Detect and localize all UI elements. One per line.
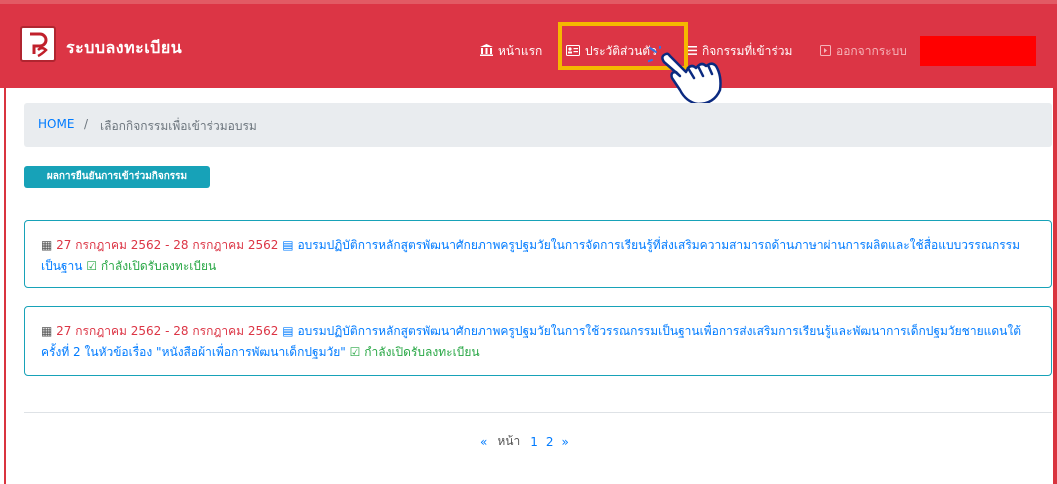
brand-title[interactable]: ระบบลงทะเบียน [66,36,182,61]
logo-icon [30,32,48,58]
logout-icon [820,44,831,59]
breadcrumb-current: เลือกกิจกรรมเพื่อเข้าร่วมอบรม [100,119,257,133]
document-icon: ▤ [282,238,294,252]
event-card[interactable]: ▦ 27 กรกฎาคม 2562 - 28 กรกฎาคม 2562 ▤ อบ… [24,306,1052,376]
nav-home[interactable]: หน้าแรก [480,42,542,61]
nav-logout-label: ออกจากระบบ [836,44,907,58]
check-square-icon: ☑ [86,259,98,273]
event-date: 27 กรกฎาคม 2562 - 28 กรกฎาคม 2562 [56,324,279,338]
bank-icon [480,44,493,59]
check-square-icon: ☑ [349,345,361,359]
breadcrumb-separator: / [84,117,89,131]
event-status: ☑ กำลังเปิดรับลงทะเบียน [350,345,480,359]
breadcrumb: HOME / เลือกกิจกรรมเพื่อเข้าร่วมอบรม [24,103,1052,147]
navbar: ระบบลงทะเบียน หน้าแรก ประวัติส่วนตัว กิจ… [0,0,1057,88]
breadcrumb-home-link[interactable]: HOME [38,117,74,131]
pagination-page-2[interactable]: 2 [546,435,554,449]
pagination-next[interactable]: » [561,435,568,449]
pagination-prev[interactable]: « [480,435,487,449]
divider [24,412,1052,413]
confirm-results-button[interactable]: ผลการยืนยันการเข้าร่วมกิจกรรม [24,166,210,188]
event-status-label: กำลังเปิดรับลงทะเบียน [100,259,217,273]
event-status-label: กำลังเปิดรับลงทะเบียน [364,345,480,359]
event-card[interactable]: ▦ 27 กรกฎาคม 2562 - 28 กรกฎาคม 2562 ▤ อบ… [24,220,1052,288]
calendar-grid-icon: ▦ [41,324,53,338]
pagination-label: หน้า [497,434,521,448]
redacted-user-name [920,36,1036,66]
event-status: ☑ กำลังเปิดรับลงทะเบียน [86,259,216,273]
calendar-grid-icon: ▦ [41,238,53,252]
pagination-page-1[interactable]: 1 [530,435,538,449]
pagination: « หน้า 1 2 » [480,432,569,451]
site-logo[interactable] [20,26,56,62]
nav-logout[interactable]: ออกจากระบบ [820,42,907,61]
document-icon: ▤ [282,324,294,338]
event-date: 27 กรกฎาคม 2562 - 28 กรกฎาคม 2562 [56,238,279,252]
nav-home-label: หน้าแรก [498,44,543,58]
